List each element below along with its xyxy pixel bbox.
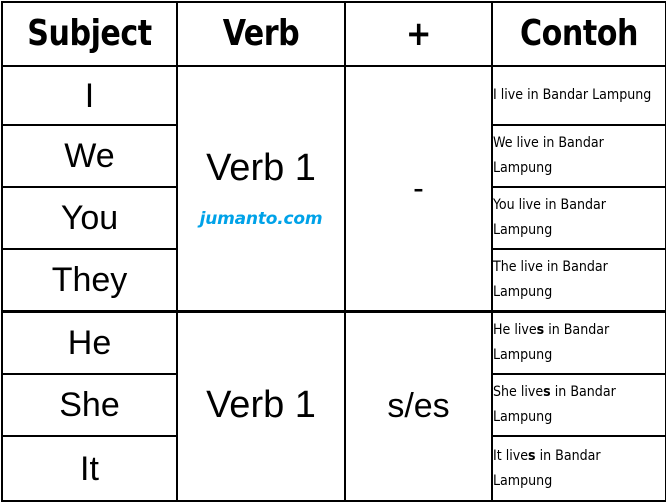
column-header-plus: + — [344, 1, 493, 67]
example-cell-you: You live in Bandar Lampung — [491, 186, 666, 250]
table-body: I Verb 1 jumanto.com - I live in Bandar … — [1, 65, 666, 502]
example-text-post: in — [550, 384, 567, 401]
column-header-contoh: Contoh — [497, 1, 661, 67]
example-text-bold: s — [543, 384, 551, 401]
header-row: Subject Verb + Contoh — [2, 1, 666, 67]
sign-cell-singular: s/es — [344, 309, 493, 502]
example-text-pre: You live in Bandar — [493, 197, 606, 214]
example-text-pre: He live — [493, 321, 537, 338]
sign-cell-plural: - — [344, 65, 493, 312]
table-header: Subject Verb + Contoh — [2, 1, 666, 67]
verb-cell-plural: Verb 1 jumanto.com — [176, 65, 346, 312]
example-text-pre: I live in Bandar — [493, 87, 589, 104]
watermark-jumanto: jumanto.com — [199, 208, 323, 229]
example-text-line2: Lampung — [493, 346, 553, 363]
subject-cell-he: He — [1, 309, 178, 375]
example-cell-we: We live in Bandar Lampung — [491, 124, 666, 188]
verb-label-plural: Verb 1 — [206, 146, 316, 189]
example-text-pre: The live in Bandar — [493, 258, 608, 275]
example-text-line2: Lampung — [493, 160, 553, 176]
example-text-pre: We live in Bandar — [493, 135, 604, 152]
example-cell-they: The live in Bandar Lampung — [491, 248, 666, 313]
example-text-post: in Bandar — [544, 321, 610, 338]
example-text-line2: Lampung — [592, 87, 652, 104]
example-cell-she: She lives in Bandar Lampung — [491, 373, 666, 437]
example-text-line2: Lampung — [493, 472, 553, 489]
example-text-line2: Lampung — [493, 222, 553, 238]
table-canvas: Subject Verb + Contoh I Verb 1 jumanto.c… — [0, 0, 666, 503]
example-text-line2: Lampung — [493, 283, 553, 300]
example-cell-it: It lives in Bandar Lampung — [491, 435, 666, 502]
example-cell-he: He lives in Bandar Lampung — [491, 309, 666, 375]
example-text-pre: She live — [493, 384, 544, 401]
column-header-subject: Subject — [7, 1, 172, 67]
subject-cell-she: She — [1, 373, 178, 437]
simple-present-tense-table: Subject Verb + Contoh I Verb 1 jumanto.c… — [1, 1, 666, 502]
example-text-bold: s — [528, 447, 536, 464]
column-header-verb: Verb — [181, 1, 341, 67]
example-text-post: in Bandar — [535, 447, 601, 464]
example-text-bold: s — [536, 321, 545, 338]
subject-cell-it: It — [1, 435, 178, 502]
verb-cell-singular: Verb 1 — [176, 309, 346, 502]
subject-cell-they: They — [1, 248, 178, 313]
example-cell-i: I live in Bandar Lampung — [491, 65, 666, 126]
subject-cell-i: I — [1, 65, 178, 126]
example-text-pre: It live — [493, 447, 529, 464]
table-row: He Verb 1 s/es He lives in Bandar Lampun… — [1, 309, 666, 502]
subject-cell-you: You — [1, 186, 178, 250]
verb-label-singular: Verb 1 — [206, 384, 316, 427]
subject-cell-we: We — [1, 124, 178, 188]
table-row: I Verb 1 jumanto.com - I live in Bandar … — [1, 65, 666, 312]
